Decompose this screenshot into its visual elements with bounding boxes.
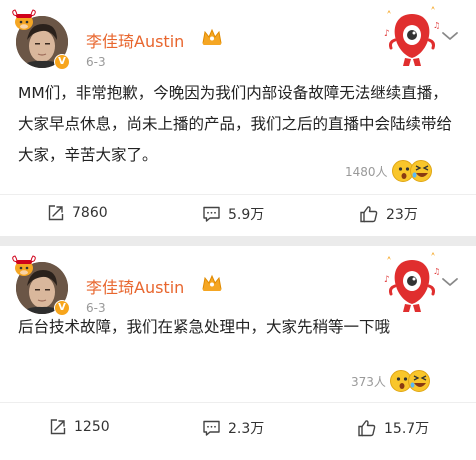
share-count: 1250: [74, 419, 110, 435]
reaction-faces: [389, 370, 432, 392]
comment-count: 5.9万: [228, 207, 265, 223]
vip-crown-icon: [202, 28, 222, 45]
reaction-count: 1480人: [345, 164, 388, 179]
share-count: 7860: [72, 205, 108, 221]
share-icon: [50, 419, 66, 435]
reaction-summary[interactable]: 1480人: [345, 160, 434, 182]
svg-text:♫: ♫: [433, 21, 440, 30]
comment-icon: [203, 420, 220, 436]
like-button[interactable]: 15.7万: [357, 418, 429, 438]
comment-button[interactable]: 2.3万: [202, 418, 264, 438]
card-sticker-icon: ♪ ♫: [384, 6, 440, 66]
zodiac-ox-icon: [12, 255, 36, 276]
share-button[interactable]: 7860: [47, 204, 108, 222]
laughing-face-icon: [409, 160, 432, 182]
svg-text:♪: ♪: [384, 275, 390, 285]
comment-count: 2.3万: [228, 421, 265, 437]
verified-badge-icon: V: [54, 54, 70, 70]
weibo-post: V 李佳琦Austin 6-3 ♪ ♫ MM们，非常抱歉，今晚因为我们内部设备故…: [0, 0, 476, 236]
author-name[interactable]: 李佳琦Austin: [86, 28, 184, 52]
svg-text:♪: ♪: [384, 29, 390, 39]
post-text: MM们，非常抱歉，今晚因为我们内部设备故障无法继续直播，大家早点休息，尚未上播的…: [18, 84, 453, 164]
reaction-faces: [391, 160, 434, 182]
like-count: 23万: [386, 207, 418, 223]
avatar[interactable]: V: [12, 255, 70, 316]
comment-icon: [203, 206, 220, 222]
like-count: 15.7万: [384, 421, 430, 437]
post-divider: [0, 194, 476, 195]
chevron-down-icon[interactable]: [441, 30, 459, 42]
svg-text:♫: ♫: [433, 267, 440, 276]
thumbs-up-icon: [360, 206, 378, 223]
share-icon: [48, 205, 64, 221]
weibo-post: V 李佳琦Austin 6-3 ♪ ♫ 后台技术故障，我们在紧急处理中，大家先稍…: [0, 246, 476, 460]
reaction-summary[interactable]: 373人: [351, 370, 432, 392]
author-name[interactable]: 李佳琦Austin: [86, 274, 184, 298]
comment-button[interactable]: 5.9万: [202, 204, 264, 224]
vip-crown-icon: [202, 274, 222, 291]
card-sticker-icon: ♪ ♫: [384, 252, 440, 312]
reaction-count: 373人: [351, 374, 386, 389]
share-button[interactable]: 1250: [49, 418, 110, 436]
laughing-face-icon: [407, 370, 430, 392]
post-text: 后台技术故障，我们在紧急处理中，大家先稍等一下哦: [18, 318, 391, 336]
avatar[interactable]: V: [12, 9, 70, 70]
chevron-down-icon[interactable]: [441, 276, 459, 288]
post-divider: [0, 402, 476, 403]
like-button[interactable]: 23万: [359, 204, 418, 224]
zodiac-ox-icon: [12, 9, 36, 30]
thumbs-up-icon: [358, 420, 376, 437]
post-date: 6-3: [86, 55, 106, 69]
